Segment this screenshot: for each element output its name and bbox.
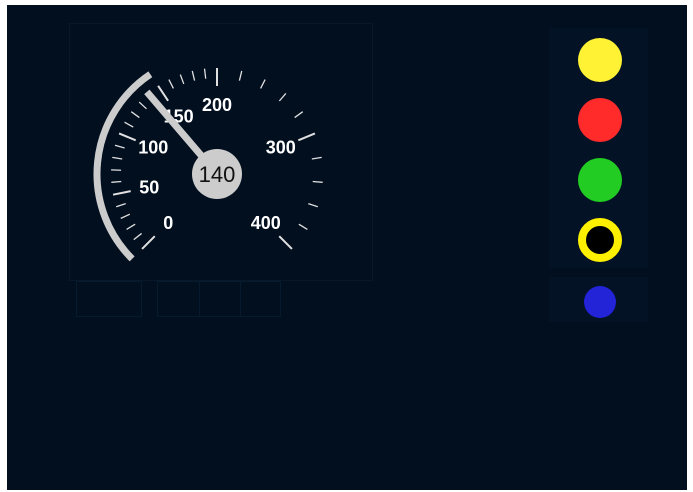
- speed-tick: [179, 74, 185, 85]
- yellow-lamp: [578, 38, 622, 82]
- speed-tick-label: 100: [138, 138, 168, 158]
- speed-tick: [118, 132, 137, 142]
- permitted-speed-arc: [93, 71, 153, 262]
- speed-tick: [260, 79, 266, 89]
- speed-tick: [115, 203, 126, 208]
- speedometer-panel: 0 50 100 150 200 300 400 140: [69, 23, 373, 281]
- red-lamp: [578, 98, 622, 142]
- speed-tick: [191, 70, 196, 81]
- speed-tick-label: 0: [163, 213, 173, 233]
- speed-tick: [112, 190, 131, 196]
- speed-tick-label: 400: [251, 213, 281, 233]
- speed-tick: [278, 235, 293, 250]
- speed-tick: [297, 132, 316, 142]
- speed-tick: [168, 79, 174, 89]
- blue-lamp: [584, 286, 616, 318]
- speed-tick: [133, 232, 143, 241]
- speed-tick: [138, 101, 147, 110]
- yellow-ring-lamp: [578, 218, 622, 262]
- green-lamp: [578, 158, 622, 202]
- speedometer-gauge: 050100150200300400140: [93, 68, 323, 262]
- speed-tick-label: 300: [266, 138, 296, 158]
- speed-tick: [298, 223, 308, 230]
- speed-tick: [130, 111, 140, 119]
- speed-tick: [111, 180, 122, 183]
- current-speed-readout: 140: [199, 162, 236, 187]
- speed-tick: [126, 223, 136, 230]
- speed-tick: [203, 68, 207, 79]
- speed-tick: [112, 156, 123, 160]
- speed-tick: [141, 235, 156, 250]
- speed-tick: [294, 111, 304, 119]
- speed-tick: [238, 70, 243, 81]
- speed-tick: [278, 92, 287, 102]
- speed-tick: [157, 85, 169, 102]
- status-field-left: [76, 281, 142, 317]
- speed-tick: [308, 203, 319, 208]
- status-field-divider: [199, 281, 200, 317]
- speed-tick: [114, 144, 125, 149]
- speed-tick: [120, 213, 131, 219]
- status-field-divider: [240, 281, 241, 317]
- speed-tick-label: 50: [139, 177, 159, 197]
- status-field-group: [157, 281, 281, 317]
- speed-tick-label: 200: [202, 95, 232, 115]
- speed-tick: [311, 156, 322, 160]
- speed-tick: [124, 121, 134, 128]
- speed-tick: [312, 180, 323, 183]
